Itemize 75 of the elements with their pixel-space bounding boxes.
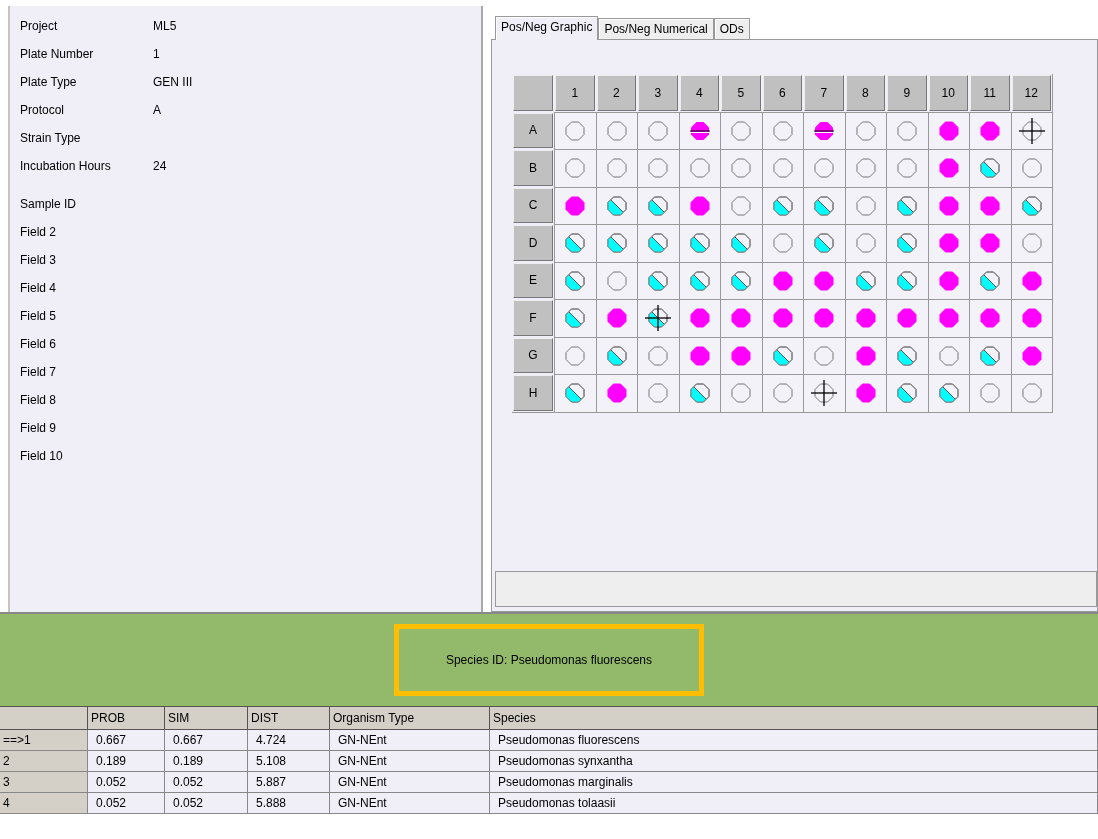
column-header: PROB: [88, 707, 165, 730]
table-cell: GN-NEnt: [330, 730, 490, 751]
field-value: 1: [153, 47, 160, 61]
column-header: 12: [1011, 75, 1051, 111]
field-label: Field 7: [20, 365, 58, 379]
row-header: D: [513, 225, 553, 261]
table-cell: 0.189: [88, 751, 165, 772]
table-cell: GN-NEnt: [330, 793, 490, 814]
field-label: Plate Number: [20, 47, 95, 61]
field-label: Field 4: [20, 281, 58, 295]
field-value: GEN III: [153, 75, 193, 89]
field-label: Project: [20, 19, 59, 33]
column-header: Organism Type: [330, 707, 490, 730]
field-label: Incubation Hours: [20, 159, 112, 173]
field-label: Field 5: [20, 309, 58, 323]
row-header: ==>1: [0, 730, 88, 751]
row-header: B: [513, 150, 553, 186]
row-header: C: [513, 187, 553, 223]
field-value: 24: [153, 159, 167, 173]
table-cell: Pseudomonas marginalis: [490, 772, 1098, 793]
table-cell: 0.189: [165, 751, 248, 772]
table-cell: 0.052: [165, 772, 248, 793]
column-header: 6: [762, 75, 802, 111]
field-label: Protocol: [20, 103, 66, 117]
field-label: Field 2: [20, 225, 58, 239]
row-header: 3: [0, 772, 88, 793]
column-header: SIM: [165, 707, 248, 730]
column-header: 3: [638, 75, 678, 111]
table-cell: 0.052: [88, 793, 165, 814]
table-cell: 0.667: [165, 730, 248, 751]
field-label: Field 10: [20, 449, 64, 463]
table-cell: 0.052: [88, 772, 165, 793]
column-header: 5: [721, 75, 761, 111]
tab[interactable]: Pos/Neg Numerical: [598, 18, 714, 39]
field-label: Field 8: [20, 393, 58, 407]
column-header: Species: [490, 707, 1098, 730]
row-header: E: [513, 262, 553, 298]
table-cell: 4.724: [248, 730, 330, 751]
row-header: A: [513, 112, 553, 148]
table-cell: GN-NEnt: [330, 751, 490, 772]
column-header: 4: [679, 75, 719, 111]
column-header: 10: [928, 75, 968, 111]
column-header: 9: [887, 75, 927, 111]
corner-header: [513, 75, 553, 111]
tab[interactable]: ODs: [713, 18, 750, 39]
table-cell: 5.887: [248, 772, 330, 793]
row-header: F: [513, 300, 553, 336]
field-label: Plate Type: [20, 75, 78, 89]
field-value: ML5: [153, 19, 177, 33]
column-header: DIST: [248, 707, 330, 730]
table-cell: 5.108: [248, 751, 330, 772]
table-cell: Pseudomonas fluorescens: [490, 730, 1098, 751]
column-header: 8: [845, 75, 885, 111]
table-cell: 0.667: [88, 730, 165, 751]
field-label: Sample ID: [20, 197, 78, 211]
column-header: 2: [596, 75, 636, 111]
field-label: Field 9: [20, 421, 58, 435]
field-label: Field 3: [20, 253, 58, 267]
table-cell: Pseudomonas synxantha: [490, 751, 1098, 772]
field-value: A: [153, 103, 161, 117]
table-cell: 0.052: [165, 793, 248, 814]
table-cell: 5.888: [248, 793, 330, 814]
column-header: 11: [970, 75, 1010, 111]
species-id-text: Species ID: Pseudomonas fluorescens: [445, 653, 653, 667]
row-header: 2: [0, 751, 88, 772]
table-cell: GN-NEnt: [330, 772, 490, 793]
field-label: Strain Type: [20, 131, 82, 145]
row-header: 4: [0, 793, 88, 814]
row-header: G: [513, 337, 553, 373]
column-header: 7: [804, 75, 844, 111]
field-label: Field 6: [20, 337, 58, 351]
row-header: H: [513, 375, 553, 411]
tab[interactable]: Pos/Neg Graphic: [495, 16, 599, 40]
table-cell: Pseudomonas tolaasii: [490, 793, 1098, 814]
column-header: 1: [555, 75, 595, 111]
